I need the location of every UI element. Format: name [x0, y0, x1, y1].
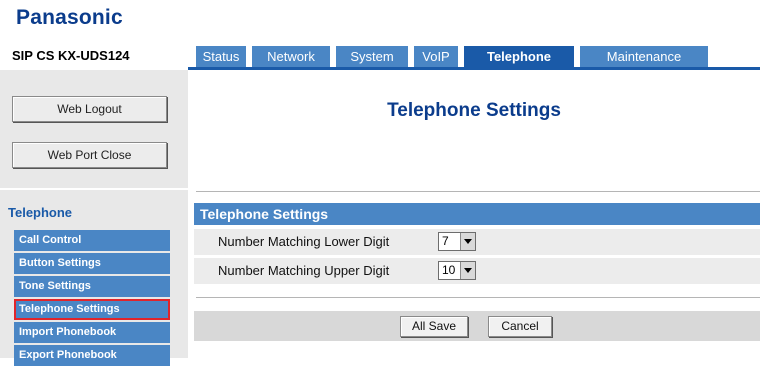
sidebar-item-import-phonebook[interactable]: Import Phonebook: [14, 322, 170, 343]
sidebar-item-button-settings[interactable]: Button Settings: [14, 253, 170, 274]
panasonic-logo: Panasonic: [16, 6, 123, 29]
cancel-button[interactable]: Cancel: [488, 316, 552, 337]
tab-maintenance[interactable]: Maintenance: [580, 46, 708, 68]
model-name: SIP CS KX-UDS124: [12, 48, 130, 63]
chevron-down-icon: [460, 233, 475, 250]
divider: [196, 297, 760, 298]
divider: [196, 191, 760, 192]
tab-telephone[interactable]: Telephone: [464, 46, 574, 68]
upper-digit-select[interactable]: 10: [438, 261, 476, 280]
sidebar-item-export-phonebook[interactable]: Export Phonebook: [14, 345, 170, 366]
top-tab-bar: Status Network System VoIP Telephone Mai…: [196, 46, 714, 68]
tab-system[interactable]: System: [336, 46, 408, 68]
sidebar-item-telephone-settings[interactable]: Telephone Settings: [14, 299, 170, 320]
page-title: Telephone Settings: [387, 100, 561, 121]
tab-underline: [188, 67, 760, 70]
lower-digit-label: Number Matching Lower Digit: [218, 234, 390, 249]
lower-digit-value: 7: [442, 234, 449, 248]
lower-digit-select[interactable]: 7: [438, 232, 476, 251]
tab-network[interactable]: Network: [252, 46, 330, 68]
web-port-close-button[interactable]: Web Port Close: [12, 142, 167, 168]
section-header: Telephone Settings: [194, 203, 760, 225]
sidebar-item-tone-settings[interactable]: Tone Settings: [14, 276, 170, 297]
all-save-button[interactable]: All Save: [400, 316, 468, 337]
action-bar: All Save Cancel: [194, 311, 760, 341]
sidebar-menu: Call Control Button Settings Tone Settin…: [14, 230, 170, 368]
sidebar: Web Logout Web Port Close Telephone Call…: [0, 70, 188, 366]
upper-digit-value: 10: [442, 263, 456, 277]
web-logout-button[interactable]: Web Logout: [12, 96, 167, 122]
setting-row-lower-digit: Number Matching Lower Digit 7: [194, 229, 760, 255]
setting-row-upper-digit: Number Matching Upper Digit 10: [194, 258, 760, 284]
tab-status[interactable]: Status: [196, 46, 246, 68]
sidebar-section-title: Telephone: [8, 205, 73, 220]
sidebar-item-call-control[interactable]: Call Control: [14, 230, 170, 251]
tab-voip[interactable]: VoIP: [414, 46, 458, 68]
sidebar-divider: [0, 188, 188, 190]
chevron-down-icon: [460, 262, 475, 279]
upper-digit-label: Number Matching Upper Digit: [218, 263, 390, 278]
